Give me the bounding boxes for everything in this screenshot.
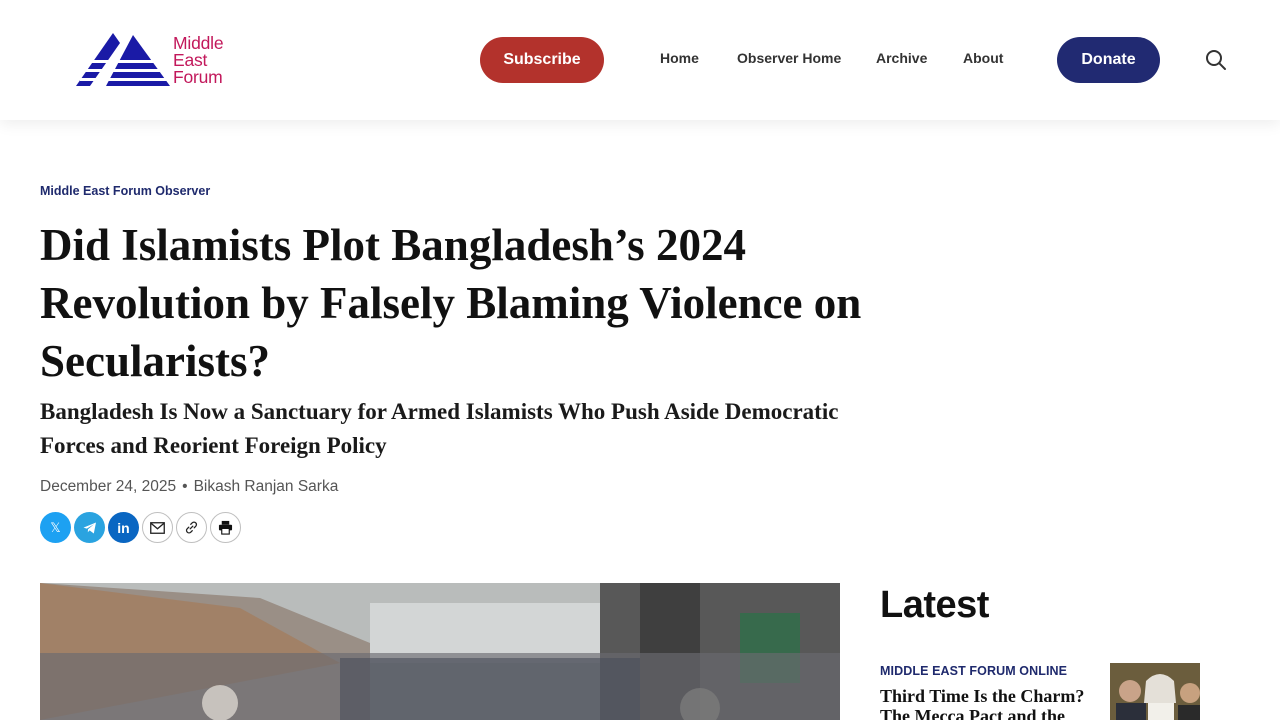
site-logo[interactable]: Middle East Forum [76, 33, 246, 89]
nav-home[interactable]: Home [660, 50, 699, 66]
print-button[interactable] [210, 512, 241, 543]
copy-link-button[interactable] [176, 512, 207, 543]
logo-mark-icon [76, 33, 170, 86]
email-icon [150, 521, 165, 534]
share-telegram-button[interactable] [74, 512, 105, 543]
share-linkedin-button[interactable]: in [108, 512, 139, 543]
thumbnail-photo [1110, 663, 1200, 720]
article-byline: December 24, 2025 • Bikash Ranjan Sarka [40, 478, 338, 496]
nav-observer-home[interactable]: Observer Home [737, 50, 841, 66]
article-subtitle: Bangladesh Is Now a Sanctuary for Armed … [40, 399, 839, 458]
share-bar: 𝕏 in [40, 512, 241, 543]
telegram-icon [83, 522, 96, 533]
article-date: December 24, 2025 [40, 478, 177, 495]
nav-about[interactable]: About [963, 50, 1003, 66]
search-icon [1206, 50, 1226, 70]
byline-separator: • [182, 478, 188, 495]
article-kicker[interactable]: Middle East Forum Observer [40, 184, 210, 198]
article-hero-image [40, 583, 840, 720]
print-icon [218, 520, 233, 535]
donate-button[interactable]: Donate [1057, 37, 1160, 83]
link-icon [185, 521, 198, 534]
article-author[interactable]: Bikash Ranjan Sarka [194, 478, 339, 495]
logo-wordmark: Middle East Forum [173, 34, 253, 87]
latest-item-category[interactable]: MIDDLE EAST FORUM ONLINE [880, 664, 1067, 678]
latest-item-thumbnail[interactable] [1110, 663, 1200, 720]
site-header: Middle East Forum Subscribe Home Observe… [0, 0, 1280, 120]
latest-item[interactable]: MIDDLE EAST FORUM ONLINE Third Time Is t… [880, 662, 1200, 720]
article-title: Did Islamists Plot Bangladesh’s 2024 Rev… [40, 220, 862, 386]
hero-photo [40, 583, 840, 720]
linkedin-icon: in [117, 519, 130, 536]
nav-archive[interactable]: Archive [876, 50, 927, 66]
share-email-button[interactable] [142, 512, 173, 543]
latest-item-title[interactable]: Third Time Is the Charm? The Mecca Pact … [880, 686, 1090, 720]
search-button[interactable] [1204, 48, 1228, 72]
latest-heading: Latest [880, 584, 989, 626]
logo-line-3: Forum [173, 67, 223, 87]
share-x-button[interactable]: 𝕏 [40, 512, 71, 543]
x-icon: 𝕏 [50, 519, 61, 535]
subscribe-button[interactable]: Subscribe [480, 37, 604, 83]
